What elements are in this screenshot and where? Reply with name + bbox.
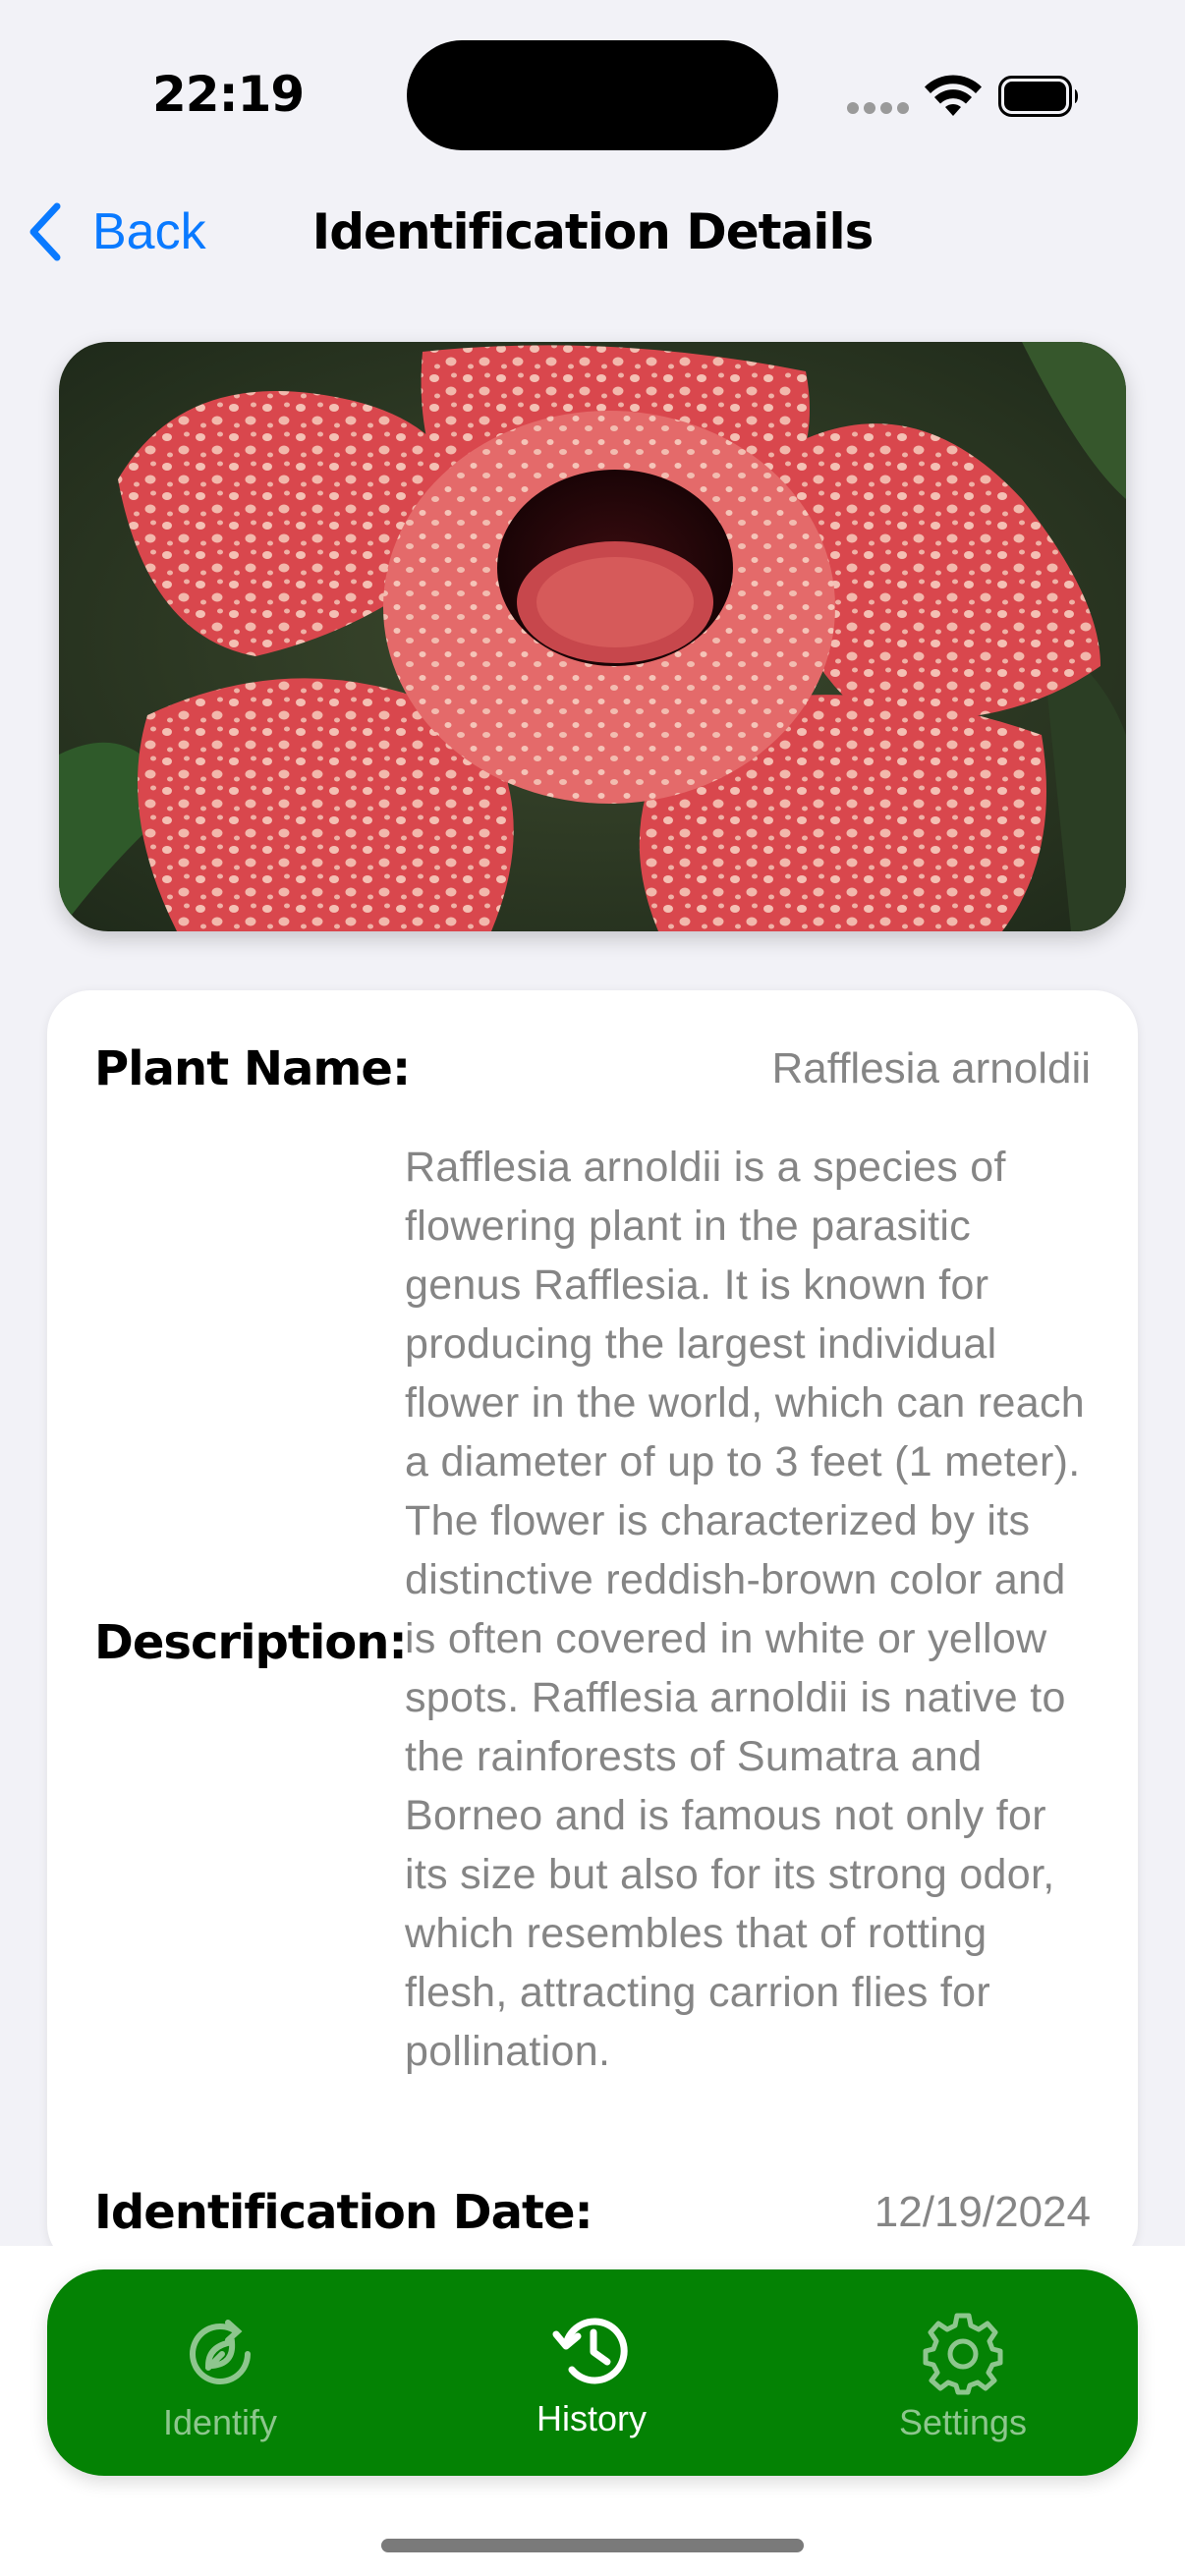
details-card: Plant Name: Rafflesia arnoldii Descripti… (47, 990, 1138, 2268)
gear-icon (923, 2313, 1003, 2395)
plant-image (59, 342, 1126, 931)
back-button[interactable]: Back (26, 193, 206, 271)
tab-history[interactable]: History (444, 2269, 739, 2476)
identification-date-value: 12/19/2024 (874, 2188, 1091, 2236)
tab-settings[interactable]: Settings (816, 2269, 1110, 2476)
plant-name-label: Plant Name: (94, 1041, 411, 1096)
wifi-icon (925, 75, 982, 116)
tab-identify[interactable]: Identify (73, 2269, 367, 2476)
description-value: Rafflesia arnoldii is a species of flowe… (405, 1144, 1085, 2075)
back-label: Back (92, 203, 206, 260)
home-indicator (381, 2539, 804, 2552)
battery-icon (998, 76, 1078, 117)
tab-history-label: History (536, 2398, 647, 2438)
tab-bar: Identify History Settings (47, 2269, 1138, 2476)
plant-name-value: Rafflesia arnoldii (771, 1044, 1091, 1092)
status-time: 22:19 (152, 66, 305, 123)
screen: 22:19 Back Identification Details Plant … (0, 0, 1185, 2576)
tab-settings-label: Settings (898, 2402, 1028, 2442)
tab-identify-label: Identify (162, 2402, 278, 2442)
cellular-signal-icon (847, 102, 909, 116)
identify-icon (190, 2320, 251, 2384)
page-title: Identification Details (311, 203, 875, 260)
dynamic-island (407, 40, 778, 150)
identification-date-label: Identification Date: (94, 2185, 593, 2240)
chevron-left-icon (29, 202, 61, 261)
history-icon (552, 2318, 628, 2384)
description-label: Description: (94, 1615, 408, 1670)
